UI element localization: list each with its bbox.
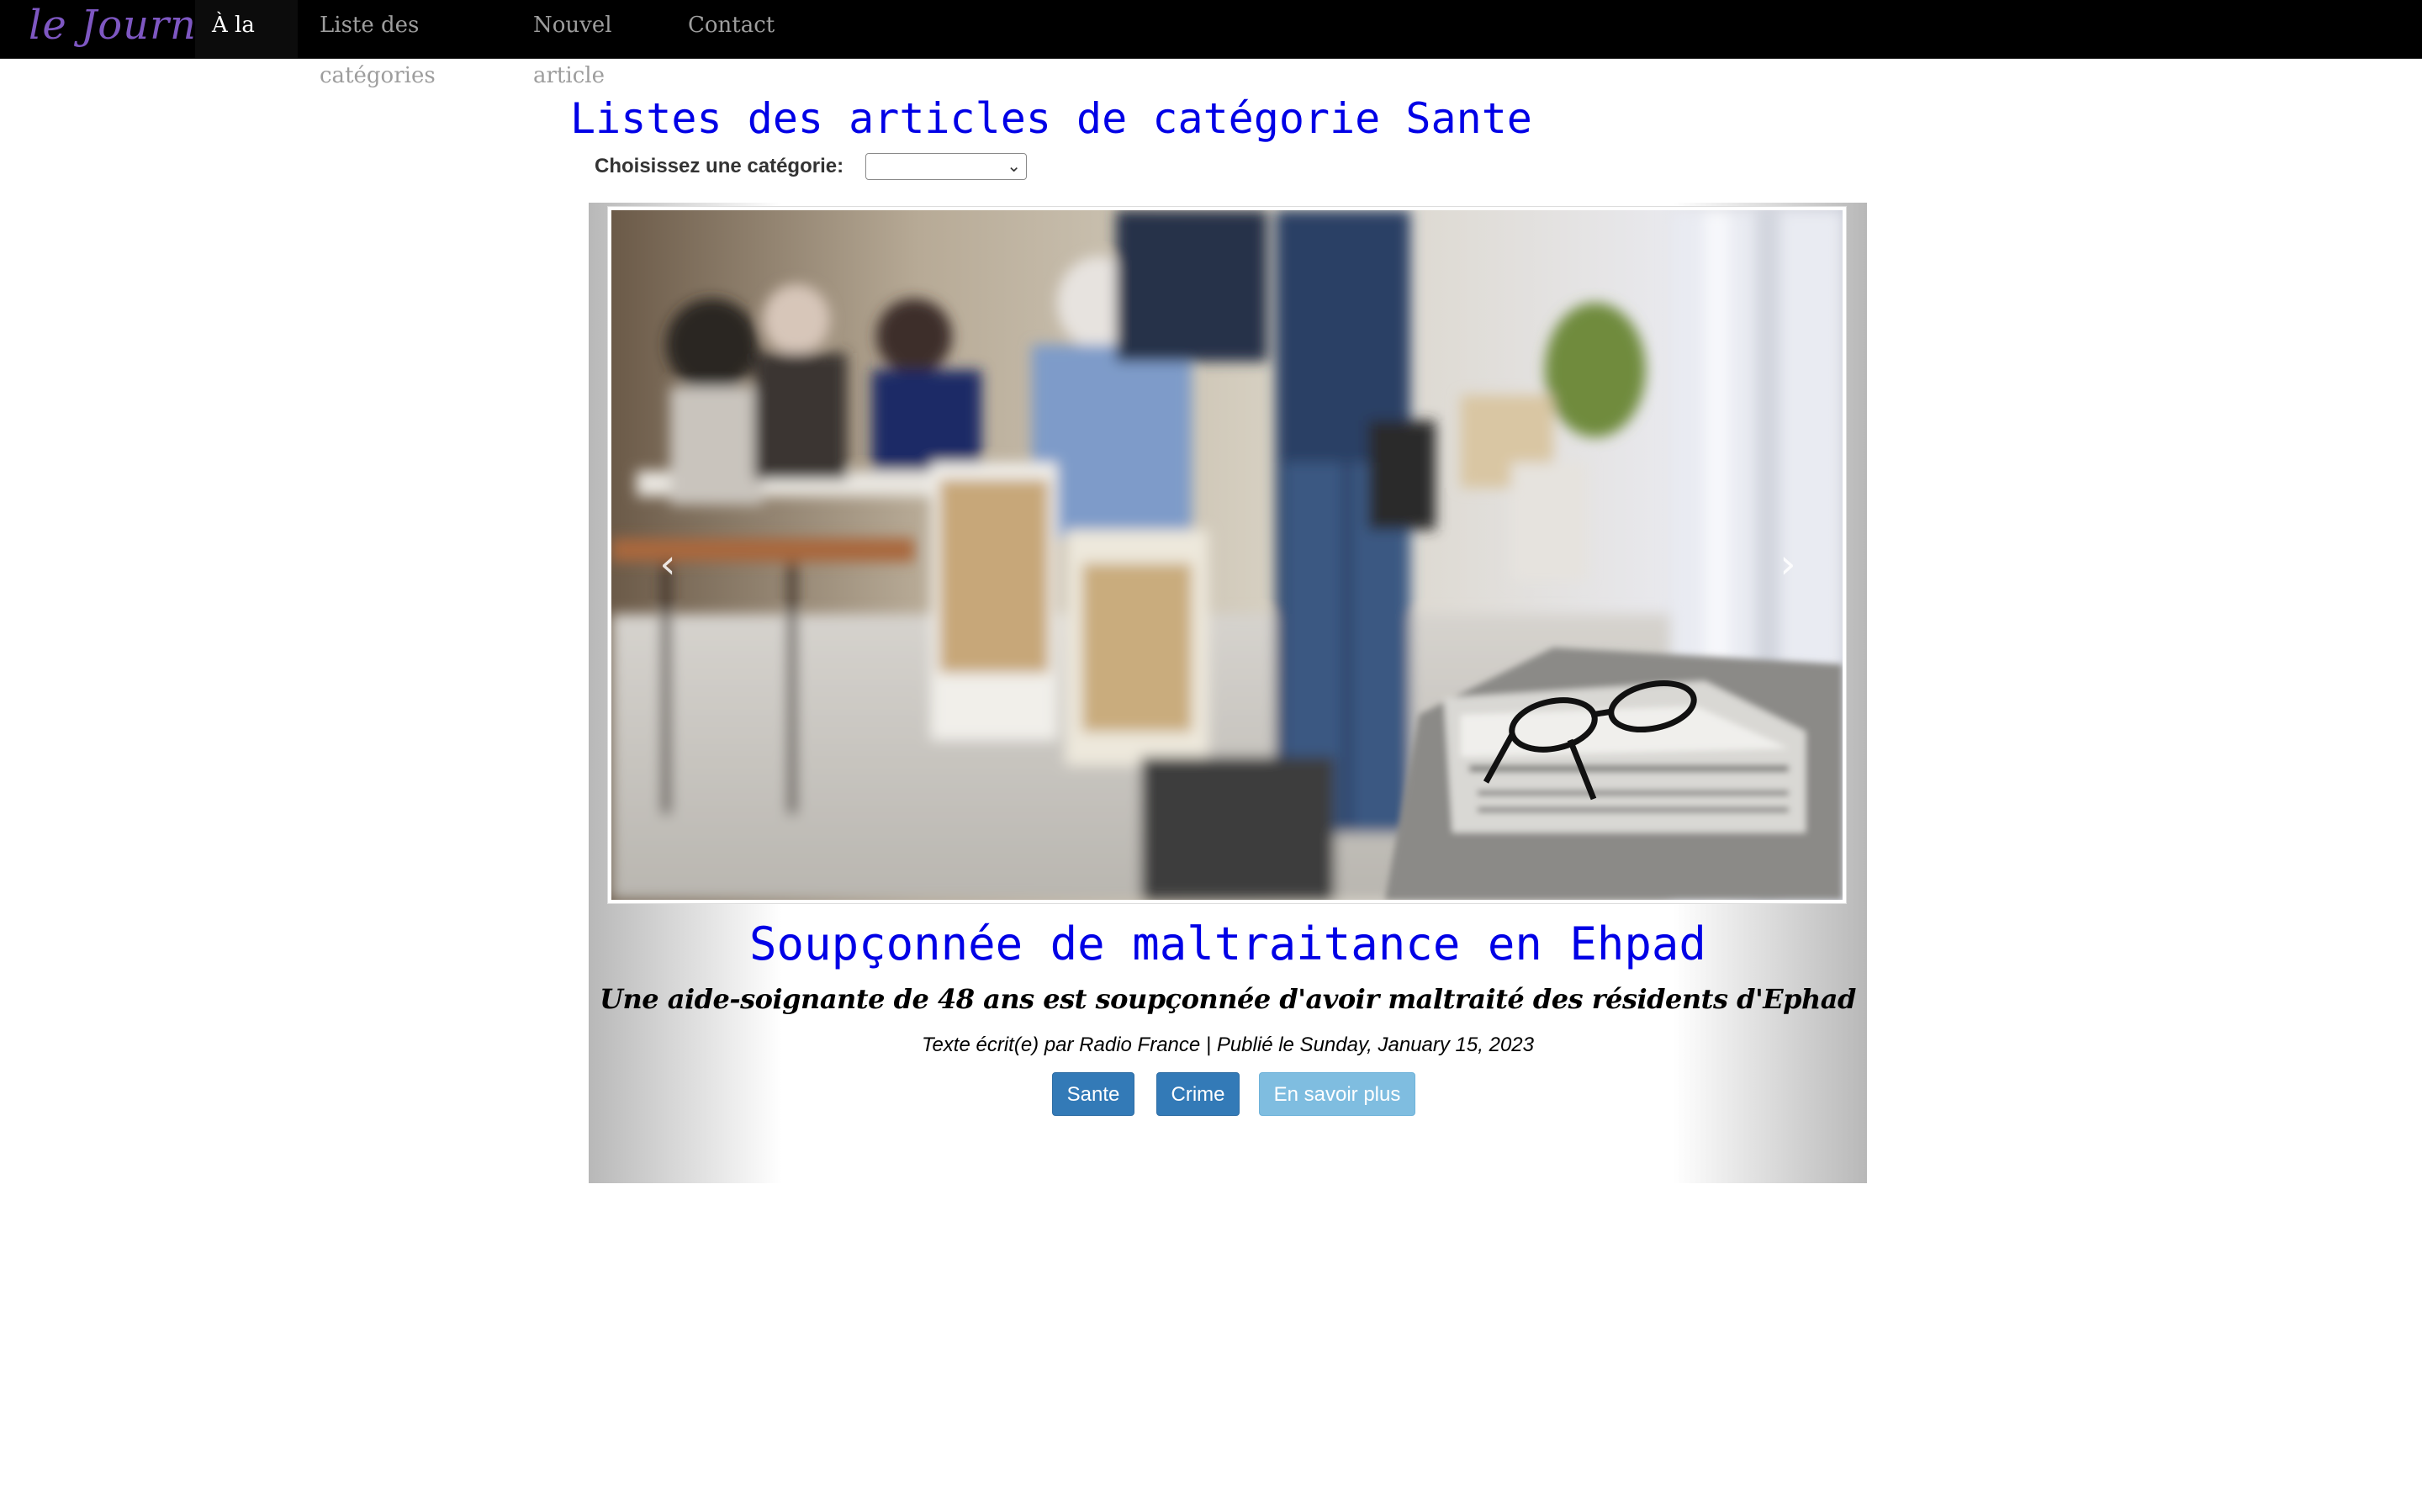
- article-carousel: ‹ › Soupçonnée de maltraitance en Ehpad …: [589, 203, 1867, 1183]
- article-title[interactable]: Soupçonnée de maltraitance en Ehpad: [589, 917, 1867, 970]
- nav-item-nouvel-article[interactable]: Nouvel article: [516, 0, 676, 88]
- category-badge-sante[interactable]: Sante: [1052, 1072, 1134, 1116]
- article-subtitle: Une aide-soignante de 48 ans est soupçon…: [600, 983, 1856, 1015]
- nursing-home-photo: [611, 210, 1843, 900]
- carousel-next-button[interactable]: ›: [1763, 539, 1813, 589]
- category-label: Choisissez une catégorie:: [595, 155, 844, 177]
- page: le Journal À la une Liste des catégories…: [0, 0, 2422, 1512]
- nav-item-liste-categories[interactable]: Liste des catégories: [303, 0, 515, 88]
- navbar: le Journal À la une Liste des catégories…: [0, 0, 2422, 88]
- page-title: Listes des articles de catégorie Sante: [570, 94, 1532, 143]
- chevron-down-icon: ⌄: [1007, 156, 1021, 176]
- chevron-right-icon: ›: [1779, 541, 1796, 588]
- article-buttons: Sante Crime En savoir plus: [589, 1072, 1867, 1118]
- nav-item-a-la-une[interactable]: À la une: [195, 0, 298, 88]
- chevron-left-icon: ‹: [659, 541, 676, 588]
- article-meta: Texte écrit(e) par Radio France | Publié…: [922, 1034, 1534, 1056]
- nav-item-contact[interactable]: Contact: [671, 0, 789, 58]
- carousel-prev-button[interactable]: ‹: [643, 539, 693, 589]
- article-image[interactable]: [611, 210, 1843, 900]
- category-badge-crime[interactable]: Crime: [1156, 1072, 1240, 1116]
- read-more-button[interactable]: En savoir plus: [1259, 1072, 1415, 1116]
- category-select[interactable]: ⌄: [865, 153, 1027, 180]
- article-image-frame: [607, 206, 1847, 904]
